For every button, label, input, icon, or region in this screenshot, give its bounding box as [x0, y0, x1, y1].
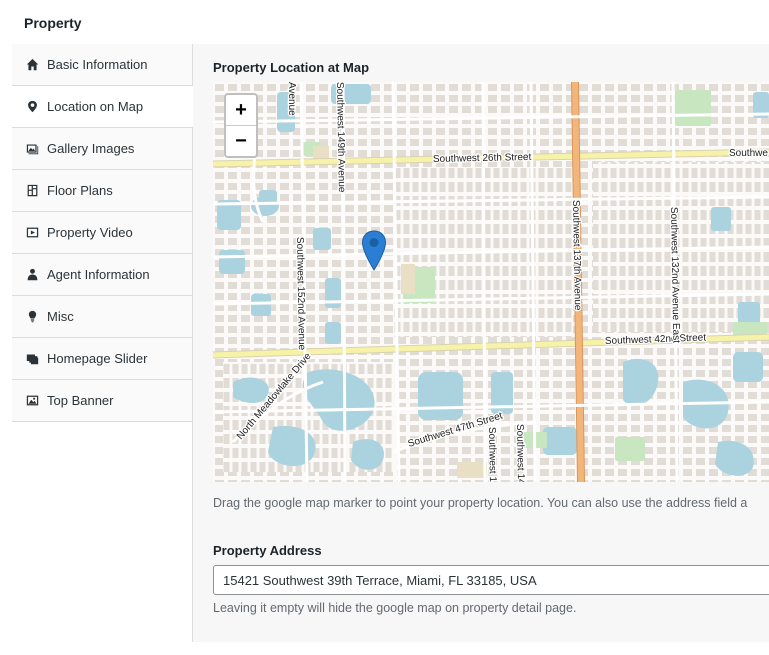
sidebar-tabs: Basic Information Location on Map Galler…: [12, 44, 193, 642]
location-map[interactable]: Southwest 26th Street Southwest 42nd Str…: [213, 82, 769, 482]
video-icon: [25, 226, 39, 240]
tab-label: Basic Information: [47, 57, 148, 72]
map-tiles: Southwest 26th Street Southwest 42nd Str…: [213, 82, 769, 482]
tab-homepage-slider[interactable]: Homepage Slider: [12, 338, 192, 380]
tab-gallery-images[interactable]: Gallery Images: [12, 128, 192, 170]
gallery-icon: [25, 142, 39, 156]
agent-icon: [25, 268, 39, 282]
address-help-text: Leaving it empty will hide the google ma…: [213, 601, 577, 615]
map-help-text: Drag the google map marker to point your…: [213, 496, 748, 510]
tab-label: Misc: [47, 309, 74, 324]
tab-label: Gallery Images: [47, 141, 135, 156]
map-marker-icon[interactable]: [361, 230, 387, 272]
lightbulb-icon: [25, 310, 39, 324]
address-label: Property Address: [213, 543, 322, 558]
tab-label: Location on Map: [47, 99, 144, 114]
tab-floor-plans[interactable]: Floor Plans: [12, 170, 192, 212]
tab-misc[interactable]: Misc: [12, 296, 192, 338]
street-label: Southwest 14: [514, 424, 526, 482]
tab-top-banner[interactable]: Top Banner: [12, 380, 192, 422]
property-address-input[interactable]: [213, 565, 769, 595]
map-section-label: Property Location at Map: [213, 60, 370, 75]
banner-icon: [25, 394, 39, 408]
zoom-in-button[interactable]: +: [226, 95, 256, 125]
street-label: Southwest 14: [486, 427, 498, 482]
street-label: Southwe: [729, 148, 768, 159]
tab-property-video[interactable]: Property Video: [12, 212, 192, 254]
tab-label: Top Banner: [47, 393, 114, 408]
street-label: Southwest 137th Avenue: [570, 200, 583, 311]
slider-icon: [25, 352, 39, 366]
tab-agent-information[interactable]: Agent Information: [12, 254, 192, 296]
zoom-out-button[interactable]: −: [226, 125, 256, 156]
tab-label: Homepage Slider: [47, 351, 148, 366]
floor-plan-icon: [25, 184, 39, 198]
tab-basic-information[interactable]: Basic Information: [12, 44, 192, 86]
tab-label: Property Video: [47, 225, 133, 240]
street-label: Southwest 152nd Avenue: [294, 237, 307, 351]
location-pin-icon: [25, 100, 39, 114]
home-icon: [25, 58, 39, 72]
tab-label: Agent Information: [47, 267, 150, 282]
tab-location-on-map[interactable]: Location on Map: [12, 86, 193, 128]
street-label: Avenue: [286, 82, 297, 116]
panel-title: Property: [24, 15, 82, 31]
zoom-controls: + −: [224, 93, 258, 158]
street-label: Southwest 26th Street: [433, 152, 532, 165]
tab-label: Floor Plans: [47, 183, 113, 198]
street-label: Southwest 149th Avenue: [334, 82, 347, 193]
